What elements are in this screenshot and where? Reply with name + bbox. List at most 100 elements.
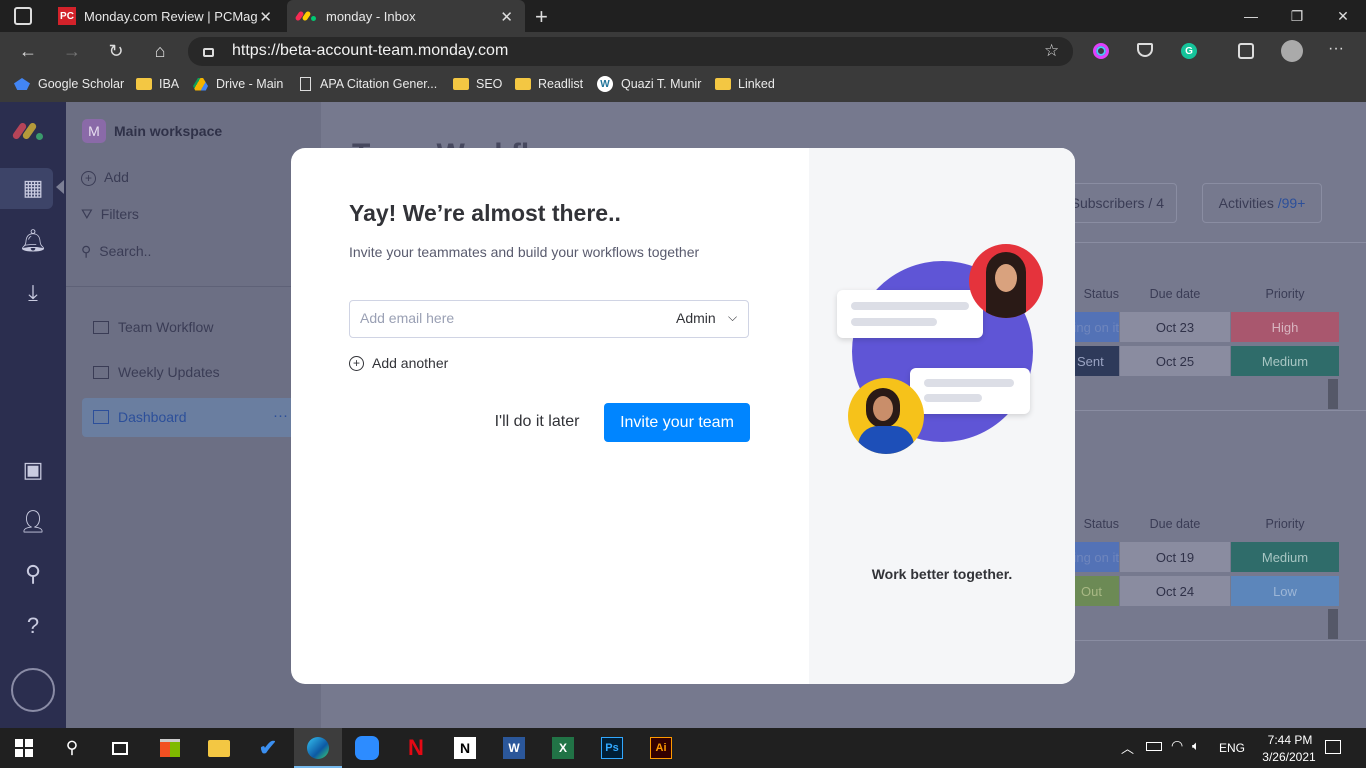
illustrator-icon[interactable]: Ai	[648, 735, 674, 761]
edge-icon[interactable]	[305, 735, 331, 761]
monday-logo[interactable]	[11, 121, 43, 141]
minimize-button[interactable]: —	[1228, 0, 1274, 32]
status-label: Sent	[1077, 353, 1104, 369]
user-avatar[interactable]	[11, 668, 55, 712]
favorite-star-icon[interactable]: ☆	[1044, 41, 1059, 61]
add-another-button[interactable]: + Add another	[349, 355, 448, 371]
chevron-down-icon[interactable]: ⌵	[728, 310, 737, 325]
scrollbar[interactable]	[1328, 609, 1338, 639]
bookmark-google-scholar[interactable]: Google Scholar	[14, 70, 124, 98]
home-button[interactable]: ⌂	[146, 38, 174, 64]
tab-actions-icon[interactable]	[14, 7, 32, 25]
status-label: Working on it	[1075, 319, 1119, 335]
back-button[interactable]: ←	[14, 38, 42, 64]
notifications-icon[interactable]	[1325, 740, 1341, 754]
filter-icon: ⛛	[81, 206, 93, 222]
notion-icon[interactable]: N	[452, 735, 478, 761]
clock-time[interactable]: 7:44 PM	[1259, 733, 1321, 747]
workspace-badge[interactable]: M	[82, 119, 106, 143]
status-cell[interactable]: Sent	[1075, 346, 1119, 376]
battery-icon[interactable]	[1146, 742, 1162, 751]
date-cell[interactable]: Oct 19	[1120, 542, 1230, 572]
status-cell[interactable]: Working on it	[1075, 542, 1119, 572]
bookmark-readlist[interactable]: Readlist	[515, 70, 583, 98]
status-cell[interactable]: Out	[1075, 576, 1119, 606]
bookmark-seo[interactable]: SEO	[453, 70, 502, 98]
close-window-button[interactable]: ✕	[1320, 0, 1366, 32]
calendar-icon[interactable]: ▣	[16, 453, 50, 487]
priority-cell[interactable]: Low	[1231, 576, 1339, 606]
filters-label: Filters	[100, 206, 139, 222]
tab-monday[interactable]: monday - Inbox ✕	[287, 0, 525, 32]
bookmark-drive-main[interactable]: Drive - Main	[193, 70, 283, 98]
more-menu-icon[interactable]: ···	[1328, 40, 1344, 58]
priority-cell[interactable]: Medium	[1231, 542, 1339, 572]
excel-icon[interactable]: X	[550, 735, 576, 761]
email-field[interactable]: Admin ⌵	[349, 300, 749, 338]
language-indicator[interactable]: ENG	[1219, 741, 1245, 755]
add-item-button[interactable]: + Add	[81, 169, 129, 186]
workspace-title[interactable]: Main workspace	[114, 123, 222, 139]
restore-button[interactable]: ❐	[1274, 0, 1320, 32]
tab-pcmag[interactable]: PC Monday.com Review | PCMag ✕	[48, 0, 284, 32]
word-icon[interactable]: W	[501, 735, 527, 761]
role-select[interactable]: Admin	[676, 310, 716, 326]
photoshop-icon[interactable]: Ps	[599, 735, 625, 761]
email-input[interactable]	[360, 310, 660, 326]
task-view-icon[interactable]	[107, 735, 133, 761]
help-icon[interactable]: ?	[16, 609, 50, 643]
dashboard-label-row[interactable]: Dashboard	[93, 409, 187, 425]
search-icon[interactable]: ⚲	[16, 557, 50, 591]
folder-icon	[515, 78, 531, 90]
tab-title: Monday.com Review | PCMag	[84, 8, 258, 24]
bookmark-iba[interactable]: IBA	[136, 70, 179, 98]
bookmark-linked[interactable]: Linked	[715, 70, 775, 98]
wifi-icon[interactable]: ◠	[1171, 737, 1183, 754]
bookmark-quazi[interactable]: W Quazi T. Munir	[597, 70, 701, 98]
bookmark-apa-citation[interactable]: APA Citation Gener...	[300, 70, 437, 98]
filters-button[interactable]: ⛛ Filters	[81, 206, 139, 223]
scrollbar[interactable]	[1328, 379, 1338, 409]
close-tab-icon[interactable]: ✕	[259, 8, 272, 26]
priority-cell[interactable]: Medium	[1231, 346, 1339, 376]
search-icon[interactable]: ⚲	[59, 735, 85, 761]
store-icon[interactable]	[157, 735, 183, 761]
sidebar-item-team-workflow[interactable]: Team Workflow	[93, 319, 213, 335]
file-explorer-icon[interactable]	[206, 735, 232, 761]
sidebar-search[interactable]: ⚲ Search..	[81, 243, 151, 260]
invite-team-button[interactable]: Invite your team	[604, 403, 750, 442]
bell-icon[interactable]: 🔔︎	[16, 224, 50, 258]
add-user-icon[interactable]: 👤︎	[16, 505, 50, 539]
date-cell[interactable]: Oct 25	[1120, 346, 1230, 376]
profile-avatar[interactable]	[1281, 40, 1303, 62]
forward-button[interactable]: →	[58, 38, 86, 64]
collapse-sidebar-icon[interactable]	[56, 180, 64, 194]
chevron-up-icon[interactable]: ︿	[1121, 738, 1134, 757]
volume-icon[interactable]: 🔈︎	[1192, 738, 1200, 754]
todo-icon[interactable]: ✔	[255, 735, 281, 761]
zoom-icon[interactable]	[354, 735, 380, 761]
refresh-button[interactable]: ↻	[102, 38, 130, 64]
url-text[interactable]: https://beta-account-team.monday.com	[232, 42, 508, 60]
windows-start-icon[interactable]	[11, 735, 37, 761]
activities-button[interactable]: Activities /99+	[1202, 183, 1322, 223]
clock-date[interactable]: 3/26/2021	[1252, 750, 1326, 764]
download-icon[interactable]: ⤓	[16, 276, 50, 310]
chat-bubble-bottom	[910, 368, 1030, 414]
collections-icon[interactable]	[1238, 43, 1254, 59]
netflix-icon[interactable]: N	[403, 735, 429, 761]
date-cell[interactable]: Oct 23	[1120, 312, 1230, 342]
date-cell[interactable]: Oct 24	[1120, 576, 1230, 606]
more-options-icon[interactable]: ···	[273, 407, 288, 424]
extension-color-icon[interactable]	[1093, 43, 1109, 59]
status-cell[interactable]: Working on it	[1075, 312, 1119, 342]
close-tab-icon[interactable]: ✕	[500, 8, 513, 26]
status-label: Working on it	[1075, 549, 1119, 565]
new-tab-button[interactable]: +	[535, 4, 548, 30]
priority-cell[interactable]: High	[1231, 312, 1339, 342]
workspaces-icon[interactable]: ▦	[16, 171, 50, 205]
add-label: Add	[104, 169, 129, 185]
grammarly-icon[interactable]: G	[1181, 43, 1197, 59]
sidebar-item-weekly-updates[interactable]: Weekly Updates	[93, 364, 220, 380]
do-it-later-button[interactable]: I'll do it later	[487, 403, 587, 441]
